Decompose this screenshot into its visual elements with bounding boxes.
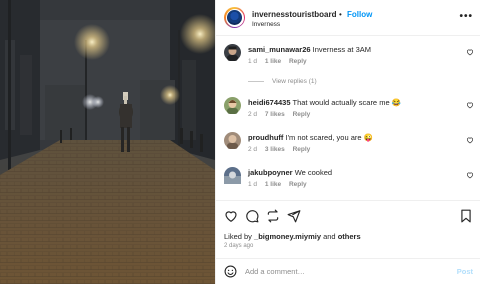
liked-by-user[interactable]: _bigmoney.miymiy [254,232,321,241]
comment-username[interactable]: heidi674435 [248,98,291,107]
reply-button[interactable]: Reply [293,146,311,153]
commenter-avatar[interactable] [224,97,241,114]
comment-bubble-icon[interactable] [245,209,259,223]
comment-username[interactable]: jakubpoyner [248,168,293,177]
comment-age: 2 d [248,111,258,118]
like-comment-heart-icon[interactable] [466,101,474,109]
post-location[interactable]: Inverness [252,21,280,28]
comment-age: 1 d [248,58,258,65]
post-timestamp[interactable]: 2 days ago [224,243,253,249]
comment-likes[interactable]: 1 like [265,58,281,65]
commenter-avatar[interactable] [224,132,241,149]
post-photo[interactable] [0,0,215,284]
emoji-icon[interactable] [224,265,237,278]
author-avatar[interactable] [224,7,245,28]
comment-username[interactable]: sami_munawar26 [248,45,311,54]
post-header: invernesstouristboard • Follow Inverness… [216,0,480,36]
commenter-avatar[interactable] [224,44,241,61]
repost-icon[interactable] [266,209,280,223]
comment-text: heidi674435 That would actually scare me… [248,98,401,107]
more-options-icon[interactable]: ••• [459,11,473,22]
comment-text: jakubpoyner We cooked [248,168,332,177]
comment-username[interactable]: proudhuff [248,133,283,142]
follow-button[interactable]: Follow [347,10,372,19]
comment-meta: 2 d 3 likes Reply [248,146,316,153]
liked-by-others[interactable]: others [338,232,361,241]
comment-body: I'm not scared, you are 😜 [285,133,373,142]
view-replies-label: View replies (1) [272,78,317,85]
reply-button[interactable]: Reply [289,181,307,188]
post-side-panel: invernesstouristboard • Follow Inverness… [215,0,480,284]
share-send-icon[interactable] [287,209,301,223]
liked-by-prefix: Liked by [224,232,255,241]
comment-body: We cooked [294,168,333,177]
liked-by-line: Liked by _bigmoney.miymiy and others [224,232,361,241]
comment-likes[interactable]: 1 like [265,181,281,188]
foggy-street-image [0,0,215,284]
commenter-avatar[interactable] [224,167,241,184]
post-actions: Liked by _bigmoney.miymiy and others 2 d… [216,200,480,260]
comment-body: Inverness at 3AM [312,45,371,54]
comment-meta: 2 d 7 likes Reply [248,111,316,118]
comment-age: 1 d [248,181,258,188]
comment-likes[interactable]: 7 likes [265,111,285,118]
comment-body: That would actually scare me 😂 [292,98,402,107]
reply-button[interactable]: Reply [289,58,307,65]
header-separator: • [339,10,342,19]
like-comment-heart-icon[interactable] [466,171,474,179]
post-comment-button[interactable]: Post [457,267,473,276]
add-comment-bar: Post [216,258,480,284]
instagram-post: invernesstouristboard • Follow Inverness… [0,0,480,284]
like-comment-heart-icon[interactable] [466,136,474,144]
like-heart-icon[interactable] [224,209,238,223]
comment-meta: 1 d 1 like Reply [248,181,313,188]
comment-age: 2 d [248,146,258,153]
add-comment-input[interactable] [245,265,435,278]
comment-meta: 1 d 1 like Reply [248,58,313,65]
comment-likes[interactable]: 3 likes [265,146,285,153]
liked-by-middle: and [321,232,338,241]
reply-button[interactable]: Reply [293,111,311,118]
like-comment-heart-icon[interactable] [466,48,474,56]
view-replies-line [248,80,264,82]
author-username[interactable]: invernesstouristboard [252,10,336,19]
comment-text: proudhuff I'm not scared, you are 😜 [248,133,373,142]
view-replies-button[interactable]: View replies (1) [248,78,317,85]
comment-text: sami_munawar26 Inverness at 3AM [248,45,371,54]
save-bookmark-icon[interactable] [459,209,473,223]
